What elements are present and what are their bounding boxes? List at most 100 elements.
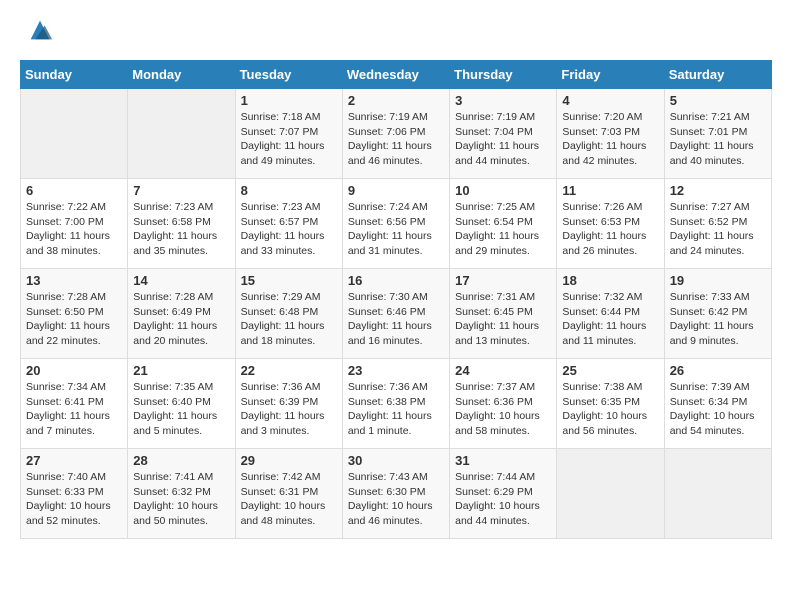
- day-cell: 4 Sunrise: 7:20 AM Sunset: 7:03 PM Daylig…: [557, 89, 664, 179]
- header-cell-thursday: Thursday: [450, 61, 557, 89]
- day-number: 17: [455, 273, 551, 288]
- day-number: 5: [670, 93, 766, 108]
- day-info: Sunrise: 7:36 AM Sunset: 6:39 PM Dayligh…: [241, 380, 337, 439]
- day-info: Sunrise: 7:28 AM Sunset: 6:49 PM Dayligh…: [133, 290, 229, 349]
- day-number: 13: [26, 273, 122, 288]
- day-info: Sunrise: 7:42 AM Sunset: 6:31 PM Dayligh…: [241, 470, 337, 529]
- week-row-2: 6 Sunrise: 7:22 AM Sunset: 7:00 PM Daylig…: [21, 179, 772, 269]
- day-cell: 30 Sunrise: 7:43 AM Sunset: 6:30 PM Dayli…: [342, 449, 449, 539]
- day-number: 31: [455, 453, 551, 468]
- day-info: Sunrise: 7:19 AM Sunset: 7:04 PM Dayligh…: [455, 110, 551, 169]
- day-number: 3: [455, 93, 551, 108]
- header-cell-sunday: Sunday: [21, 61, 128, 89]
- day-info: Sunrise: 7:35 AM Sunset: 6:40 PM Dayligh…: [133, 380, 229, 439]
- day-cell: 6 Sunrise: 7:22 AM Sunset: 7:00 PM Daylig…: [21, 179, 128, 269]
- day-number: 6: [26, 183, 122, 198]
- day-info: Sunrise: 7:30 AM Sunset: 6:46 PM Dayligh…: [348, 290, 444, 349]
- day-info: Sunrise: 7:18 AM Sunset: 7:07 PM Dayligh…: [241, 110, 337, 169]
- day-number: 4: [562, 93, 658, 108]
- header-cell-friday: Friday: [557, 61, 664, 89]
- header-cell-tuesday: Tuesday: [235, 61, 342, 89]
- day-number: 10: [455, 183, 551, 198]
- day-number: 28: [133, 453, 229, 468]
- day-info: Sunrise: 7:39 AM Sunset: 6:34 PM Dayligh…: [670, 380, 766, 439]
- day-number: 19: [670, 273, 766, 288]
- day-cell: 22 Sunrise: 7:36 AM Sunset: 6:39 PM Dayli…: [235, 359, 342, 449]
- day-cell: [664, 449, 771, 539]
- day-number: 7: [133, 183, 229, 198]
- day-cell: 2 Sunrise: 7:19 AM Sunset: 7:06 PM Daylig…: [342, 89, 449, 179]
- day-info: Sunrise: 7:19 AM Sunset: 7:06 PM Dayligh…: [348, 110, 444, 169]
- day-number: 16: [348, 273, 444, 288]
- day-number: 14: [133, 273, 229, 288]
- day-cell: 24 Sunrise: 7:37 AM Sunset: 6:36 PM Dayli…: [450, 359, 557, 449]
- day-info: Sunrise: 7:36 AM Sunset: 6:38 PM Dayligh…: [348, 380, 444, 439]
- day-number: 8: [241, 183, 337, 198]
- day-cell: 7Sunrise: 7:23 AM Sunset: 6:58 PM Daylig…: [128, 179, 235, 269]
- day-info: Sunrise: 7:33 AM Sunset: 6:42 PM Dayligh…: [670, 290, 766, 349]
- day-cell: 3 Sunrise: 7:19 AM Sunset: 7:04 PM Daylig…: [450, 89, 557, 179]
- day-number: 20: [26, 363, 122, 378]
- day-info: Sunrise: 7:27 AM Sunset: 6:52 PM Dayligh…: [670, 200, 766, 259]
- day-info: Sunrise: 7:34 AM Sunset: 6:41 PM Dayligh…: [26, 380, 122, 439]
- day-number: 27: [26, 453, 122, 468]
- day-info: Sunrise: 7:41 AM Sunset: 6:32 PM Dayligh…: [133, 470, 229, 529]
- day-cell: 21 Sunrise: 7:35 AM Sunset: 6:40 PM Dayli…: [128, 359, 235, 449]
- day-cell: 31Sunrise: 7:44 AM Sunset: 6:29 PM Dayli…: [450, 449, 557, 539]
- day-cell: 5 Sunrise: 7:21 AM Sunset: 7:01 PM Daylig…: [664, 89, 771, 179]
- day-number: 29: [241, 453, 337, 468]
- day-cell: 10 Sunrise: 7:25 AM Sunset: 6:54 PM Dayli…: [450, 179, 557, 269]
- day-cell: 8 Sunrise: 7:23 AM Sunset: 6:57 PM Daylig…: [235, 179, 342, 269]
- day-number: 22: [241, 363, 337, 378]
- day-cell: 11 Sunrise: 7:26 AM Sunset: 6:53 PM Dayli…: [557, 179, 664, 269]
- day-info: Sunrise: 7:31 AM Sunset: 6:45 PM Dayligh…: [455, 290, 551, 349]
- day-info: Sunrise: 7:25 AM Sunset: 6:54 PM Dayligh…: [455, 200, 551, 259]
- day-number: 18: [562, 273, 658, 288]
- day-cell: 25 Sunrise: 7:38 AM Sunset: 6:35 PM Dayli…: [557, 359, 664, 449]
- day-cell: [557, 449, 664, 539]
- day-info: Sunrise: 7:37 AM Sunset: 6:36 PM Dayligh…: [455, 380, 551, 439]
- day-info: Sunrise: 7:23 AM Sunset: 6:57 PM Dayligh…: [241, 200, 337, 259]
- day-info: Sunrise: 7:24 AM Sunset: 6:56 PM Dayligh…: [348, 200, 444, 259]
- day-number: 11: [562, 183, 658, 198]
- day-info: Sunrise: 7:29 AM Sunset: 6:48 PM Dayligh…: [241, 290, 337, 349]
- day-cell: 28 Sunrise: 7:41 AM Sunset: 6:32 PM Dayli…: [128, 449, 235, 539]
- day-cell: 26Sunrise: 7:39 AM Sunset: 6:34 PM Dayli…: [664, 359, 771, 449]
- page-header: [20, 20, 772, 44]
- day-number: 15: [241, 273, 337, 288]
- day-cell: 15 Sunrise: 7:29 AM Sunset: 6:48 PM Dayli…: [235, 269, 342, 359]
- day-number: 2: [348, 93, 444, 108]
- day-cell: 14 Sunrise: 7:28 AM Sunset: 6:49 PM Dayli…: [128, 269, 235, 359]
- logo: [20, 20, 54, 44]
- header-cell-saturday: Saturday: [664, 61, 771, 89]
- day-number: 12: [670, 183, 766, 198]
- day-info: Sunrise: 7:28 AM Sunset: 6:50 PM Dayligh…: [26, 290, 122, 349]
- header-cell-wednesday: Wednesday: [342, 61, 449, 89]
- day-info: Sunrise: 7:32 AM Sunset: 6:44 PM Dayligh…: [562, 290, 658, 349]
- header-row: SundayMondayTuesdayWednesdayThursdayFrid…: [21, 61, 772, 89]
- week-row-1: 1 Sunrise: 7:18 AM Sunset: 7:07 PM Daylig…: [21, 89, 772, 179]
- calendar-table: SundayMondayTuesdayWednesdayThursdayFrid…: [20, 60, 772, 539]
- day-cell: [21, 89, 128, 179]
- day-cell: 1 Sunrise: 7:18 AM Sunset: 7:07 PM Daylig…: [235, 89, 342, 179]
- day-cell: 17 Sunrise: 7:31 AM Sunset: 6:45 PM Dayli…: [450, 269, 557, 359]
- day-cell: 13 Sunrise: 7:28 AM Sunset: 6:50 PM Dayli…: [21, 269, 128, 359]
- day-number: 25: [562, 363, 658, 378]
- day-info: Sunrise: 7:43 AM Sunset: 6:30 PM Dayligh…: [348, 470, 444, 529]
- day-info: Sunrise: 7:20 AM Sunset: 7:03 PM Dayligh…: [562, 110, 658, 169]
- day-number: 23: [348, 363, 444, 378]
- day-info: Sunrise: 7:38 AM Sunset: 6:35 PM Dayligh…: [562, 380, 658, 439]
- day-cell: [128, 89, 235, 179]
- day-cell: 20 Sunrise: 7:34 AM Sunset: 6:41 PM Dayli…: [21, 359, 128, 449]
- day-cell: 23 Sunrise: 7:36 AM Sunset: 6:38 PM Dayli…: [342, 359, 449, 449]
- day-cell: 9 Sunrise: 7:24 AM Sunset: 6:56 PM Daylig…: [342, 179, 449, 269]
- day-number: 9: [348, 183, 444, 198]
- day-info: Sunrise: 7:26 AM Sunset: 6:53 PM Dayligh…: [562, 200, 658, 259]
- day-info: Sunrise: 7:22 AM Sunset: 7:00 PM Dayligh…: [26, 200, 122, 259]
- day-info: Sunrise: 7:21 AM Sunset: 7:01 PM Dayligh…: [670, 110, 766, 169]
- logo-icon: [26, 16, 54, 44]
- day-number: 1: [241, 93, 337, 108]
- day-number: 30: [348, 453, 444, 468]
- day-number: 21: [133, 363, 229, 378]
- day-number: 24: [455, 363, 551, 378]
